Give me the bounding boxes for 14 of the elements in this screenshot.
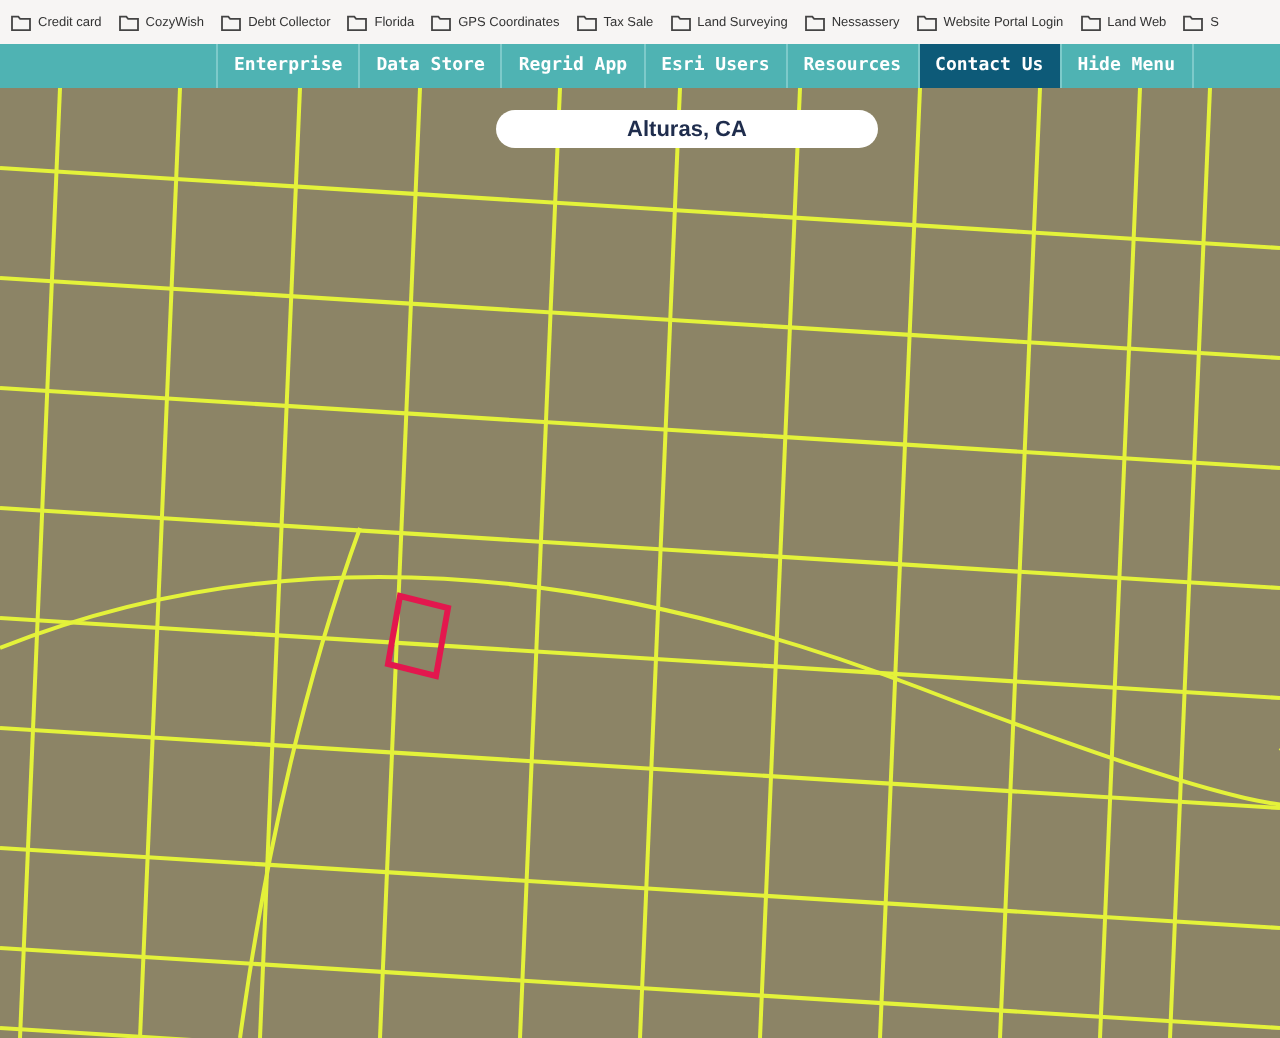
selected-parcel-outline [384,592,452,680]
folder-icon [1079,13,1102,31]
folder-icon [117,13,140,31]
folder-icon [1182,13,1205,31]
location-label: Alturas, CA [496,110,878,148]
folder-icon [430,13,453,31]
folder-icon [346,13,369,31]
nav-tab[interactable]: Contact Us [917,44,1060,88]
folder-icon [669,13,692,31]
folder-icon [575,13,598,31]
folder-icon [220,13,243,31]
folder-icon [915,13,938,31]
folder-icon [10,13,32,31]
folder-icon [803,13,826,31]
